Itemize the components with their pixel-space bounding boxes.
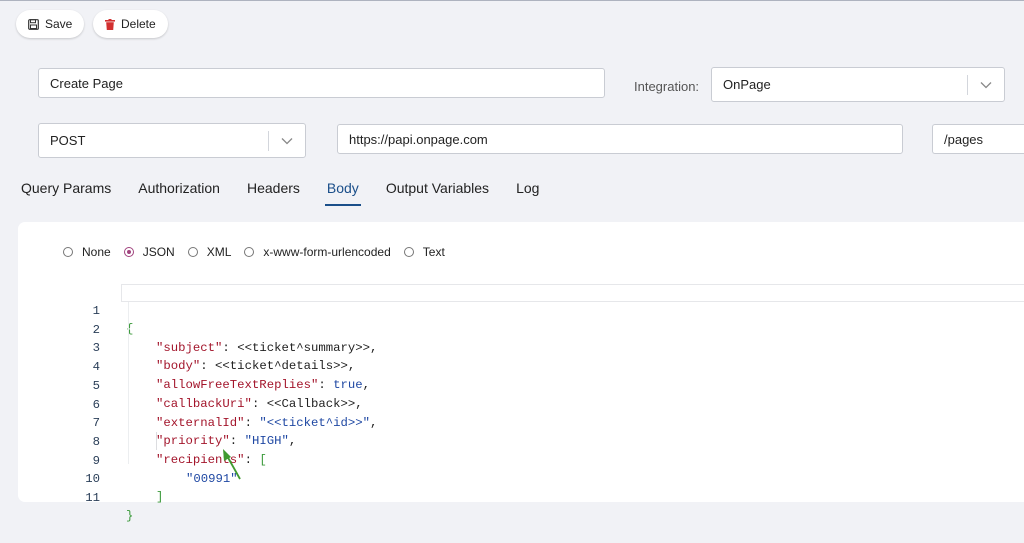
tab-authorization[interactable]: Authorization <box>138 180 220 206</box>
radio-json[interactable]: JSON <box>123 245 175 259</box>
name-input[interactable]: Create Page <box>38 68 605 98</box>
radio-xml[interactable]: XML <box>187 245 232 259</box>
integration-label: Integration: <box>634 79 700 94</box>
base-url-input[interactable]: https://papi.onpage.com <box>337 124 903 154</box>
code-line: 2 "subject": <<ticket^summary>>, <box>80 303 1024 355</box>
radio-circle[interactable] <box>187 247 198 257</box>
code-line: 5 "callbackUri": <<Callback>>, <box>80 359 1024 411</box>
code-line: 6 "externalId": "<<ticket^id>>", <box>80 378 1024 430</box>
radio-label: None <box>82 245 111 259</box>
base-url-value: https://papi.onpage.com <box>349 131 488 147</box>
tab-output-variables[interactable]: Output Variables <box>386 180 489 206</box>
line-number: 11 <box>85 491 100 505</box>
code-line: 4 "allowFreeTextReplies": true, <box>80 340 1024 392</box>
radio-text[interactable]: Text <box>403 245 445 259</box>
delete-button[interactable]: Delete <box>93 10 168 38</box>
tab-headers[interactable]: Headers <box>247 180 300 206</box>
radio-circle[interactable] <box>63 247 73 257</box>
request-tabs: Query Params Authorization Headers Body … <box>21 180 566 206</box>
radio-circle-selected[interactable] <box>123 247 134 257</box>
code-line: 3 "body": <<ticket^details>>, <box>80 321 1024 373</box>
chevron-down-icon[interactable] <box>968 81 1004 89</box>
chevron-down-icon[interactable] <box>269 137 305 145</box>
tab-log[interactable]: Log <box>516 180 539 206</box>
code-line: 10 ] <box>80 452 1024 504</box>
integration-select[interactable]: OnPage <box>711 67 1005 102</box>
name-input-value: Create Page <box>50 75 123 91</box>
close-bracket: ] <box>156 490 164 505</box>
save-button[interactable]: Save <box>16 10 85 38</box>
code-line: 1 { <box>80 284 1024 336</box>
code-line: 11 } <box>80 471 1024 523</box>
tab-body[interactable]: Body <box>324 180 361 206</box>
window-top-border <box>0 0 1024 1</box>
delete-label: Delete <box>121 17 156 31</box>
method-value: POST <box>50 133 86 148</box>
integration-value: OnPage <box>723 77 771 92</box>
close-brace: } <box>126 509 134 523</box>
indent-guide <box>156 432 157 450</box>
trash-icon <box>105 18 115 30</box>
path-value: /pages <box>944 131 984 147</box>
tab-query-params[interactable]: Query Params <box>21 180 111 206</box>
radio-circle[interactable] <box>403 247 414 257</box>
radio-none[interactable]: None <box>63 245 111 259</box>
code-line: 7 "priority": "HIGH", <box>80 396 1024 448</box>
radio-label: JSON <box>142 245 175 259</box>
indent-guide <box>128 302 129 464</box>
radio-form-urlencoded[interactable]: x-www-form-urlencoded <box>244 245 391 259</box>
radio-label: XML <box>206 245 232 259</box>
code-line: 8 "recipients": [ <box>80 415 1024 467</box>
method-select[interactable]: POST <box>38 123 306 158</box>
save-icon <box>28 18 39 30</box>
radio-circle[interactable] <box>244 247 255 257</box>
radio-label: x-www-form-urlencoded <box>263 245 391 259</box>
path-input[interactable]: /pages <box>932 124 1024 154</box>
json-code-editor[interactable]: 1 { 2 "subject": <<ticket^summary>>, 3 "… <box>80 284 1024 523</box>
code-line: 9 "00991" <box>80 434 1024 486</box>
save-label: Save <box>45 17 73 31</box>
radio-label: Text <box>422 245 445 259</box>
body-type-group: None JSON XML x-www-form-urlencoded Text <box>63 245 458 259</box>
